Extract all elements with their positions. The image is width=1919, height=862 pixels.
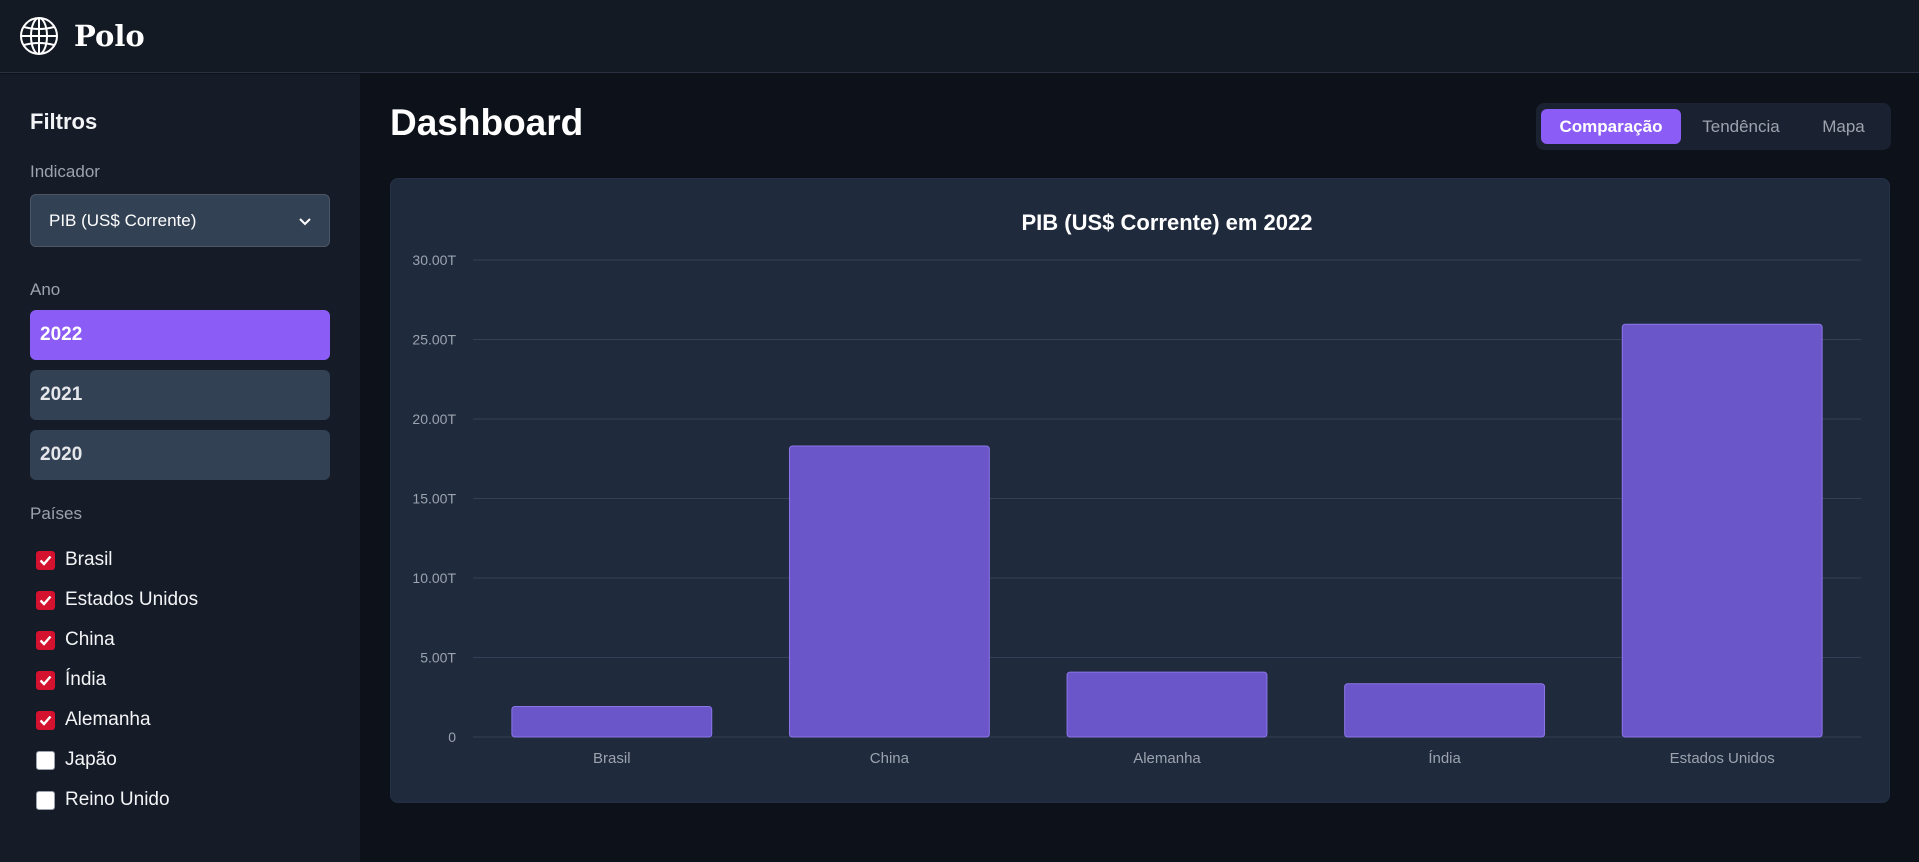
check-icon — [39, 595, 52, 606]
check-icon — [39, 635, 52, 646]
chart-card: PIB (US$ Corrente) em 2022 0 5.00T 10.00T 15… — [390, 178, 1890, 803]
checkbox-checked[interactable] — [36, 710, 55, 730]
sidebar-title: Filtros — [30, 109, 98, 134]
check-icon — [39, 675, 52, 686]
bar — [788, 445, 990, 738]
x-tick-label: Estados Unidos — [1670, 750, 1775, 767]
bar — [1344, 683, 1546, 738]
checkbox-checked[interactable] — [36, 550, 55, 570]
y-tick-label: 15.00T — [412, 491, 456, 507]
page-title: Dashboard — [390, 102, 584, 143]
country-item[interactable]: Alemanha — [30, 700, 330, 740]
country-label: Alemanha — [65, 709, 151, 730]
country-item[interactable]: China — [30, 620, 330, 660]
country-item[interactable]: Brasil — [30, 540, 330, 580]
chevron-down-icon — [299, 211, 311, 231]
country-list: Brasil Estados Unidos China Índia Alemanha Ja… — [30, 540, 330, 820]
x-tick-label: Índia — [1428, 750, 1461, 767]
check-icon — [39, 555, 52, 566]
indicator-select[interactable]: PIB (US$ Corrente) — [30, 194, 330, 247]
y-tick-label: 25.00T — [412, 332, 456, 348]
y-tick-label: 10.00T — [412, 570, 456, 586]
y-tick-label: 30.00T — [412, 252, 456, 268]
country-label: Reino Unido — [65, 789, 170, 810]
tab-tendencia[interactable]: Tendência — [1681, 109, 1801, 144]
y-tick-label: 0 — [448, 729, 456, 745]
top-bar: Polo — [0, 0, 1919, 73]
year-label: Ano — [30, 280, 61, 299]
check-icon — [39, 715, 52, 726]
country-label: Brasil — [65, 549, 113, 570]
country-item[interactable]: Estados Unidos — [30, 580, 330, 620]
y-tick-label: 20.00T — [412, 411, 456, 427]
checkbox-checked[interactable] — [36, 670, 55, 690]
chart-title: PIB (US$ Corrente) em 2022 — [1022, 210, 1313, 235]
bar-chart: PIB (US$ Corrente) em 2022 0 5.00T 10.00T 15… — [412, 210, 1861, 767]
checkbox-checked[interactable] — [36, 630, 55, 650]
indicator-selected-value: PIB (US$ Corrente) — [49, 210, 197, 230]
country-item[interactable]: Reino Unido — [30, 780, 330, 820]
view-tabs: Comparação Tendência Mapa — [1536, 103, 1891, 150]
year-button-2021[interactable]: 2021 — [30, 370, 330, 420]
app-name[interactable]: Polo — [74, 19, 145, 53]
x-tick-label: Alemanha — [1133, 750, 1201, 767]
x-tick-label: Brasil — [593, 750, 631, 767]
bar — [1066, 671, 1268, 738]
countries-label: Países — [30, 504, 82, 523]
year-button-2020[interactable]: 2020 — [30, 430, 330, 480]
year-button-2022[interactable]: 2022 — [30, 310, 330, 360]
y-tick-label: 5.00T — [420, 650, 456, 666]
filters-sidebar: Filtros Indicador PIB (US$ Corrente) Ano… — [0, 74, 360, 862]
country-label: Japão — [65, 749, 117, 770]
checkbox-unchecked[interactable] — [36, 750, 55, 770]
country-label: Estados Unidos — [65, 589, 199, 610]
tab-comparacao[interactable]: Comparação — [1541, 109, 1681, 144]
globe-icon — [18, 15, 60, 57]
x-tick-label: China — [870, 750, 910, 767]
bar — [511, 705, 713, 738]
checkbox-unchecked[interactable] — [36, 790, 55, 810]
bar — [1621, 323, 1823, 738]
indicator-label: Indicador — [30, 162, 100, 181]
country-label: China — [65, 629, 115, 650]
country-item[interactable]: Índia — [30, 660, 330, 700]
checkbox-checked[interactable] — [36, 590, 55, 610]
year-list: 2022 2021 2020 — [30, 310, 330, 480]
tab-mapa[interactable]: Mapa — [1801, 109, 1886, 144]
country-label: Índia — [65, 669, 107, 690]
country-item[interactable]: Japão — [30, 740, 330, 780]
